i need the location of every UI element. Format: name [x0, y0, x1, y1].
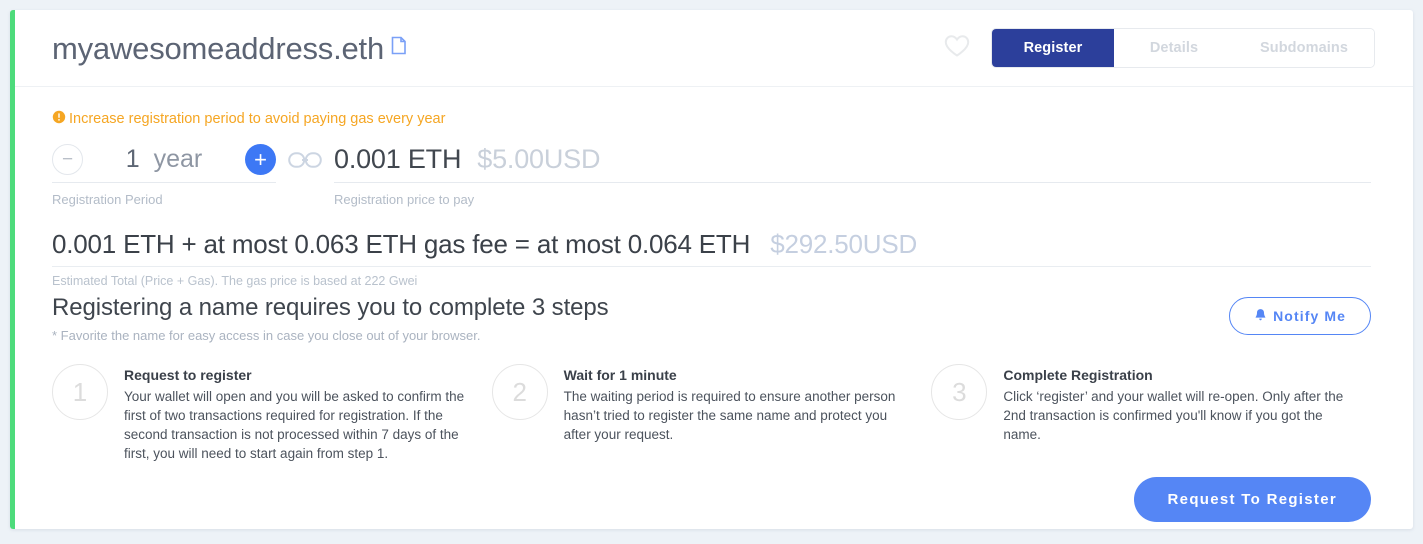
card-status-edge	[10, 10, 15, 529]
step-description: The waiting period is required to ensure…	[563, 389, 896, 443]
estimated-total-eth: 0.001 ETH + at most 0.063 ETH gas fee = …	[52, 229, 751, 259]
decrement-period-button[interactable]: −	[52, 144, 83, 175]
registration-steps: 1 Request to register Your wallet will o…	[52, 363, 1371, 464]
tab-details[interactable]: Details	[1113, 29, 1234, 67]
card-header: myawesomeaddress.eth Register Details Su…	[10, 10, 1413, 87]
registration-period-group: − 1 year + Registration Period	[52, 141, 276, 207]
step-number-badge: 2	[491, 364, 548, 420]
estimated-total-usd: $292.50USD	[770, 229, 918, 259]
request-to-register-button[interactable]: Request To Register	[1133, 476, 1371, 522]
link-icon-container	[276, 141, 334, 183]
step-item-2: 2 Wait for 1 minute The waiting period i…	[491, 363, 932, 464]
registration-period-stepper: − 1 year +	[52, 141, 276, 183]
view-tabs: Register Details Subdomains	[990, 28, 1375, 68]
warning-text: Increase registration period to avoid pa…	[69, 111, 446, 127]
period-number: 1	[125, 145, 140, 173]
bell-icon	[1254, 308, 1267, 325]
step-item-1: 1 Request to register Your wallet will o…	[52, 363, 492, 464]
steps-header-row: Registering a name requires you to compl…	[52, 294, 1371, 343]
increment-period-button[interactable]: +	[245, 144, 276, 175]
steps-header-text: Registering a name requires you to compl…	[52, 294, 609, 343]
heart-icon[interactable]	[944, 34, 970, 63]
step-number-badge: 1	[52, 364, 108, 420]
card-footer-actions: Request To Register	[52, 476, 1371, 522]
period-unit: year	[153, 145, 203, 173]
registration-price-display: 0.001 ETH $5.00USD	[334, 141, 1371, 183]
registration-period-value: 1 year	[83, 145, 245, 174]
notify-me-label: Notify Me	[1273, 308, 1346, 324]
page-title: myawesomeaddress.eth	[52, 33, 407, 64]
estimated-total-caption: Estimated Total (Price + Gas). The gas p…	[52, 274, 418, 288]
card-body: Increase registration period to avoid pa…	[10, 87, 1413, 522]
registration-period-caption: Registration Period	[52, 192, 163, 207]
step-title: Request to register	[124, 367, 252, 383]
chain-link-icon	[288, 151, 322, 174]
step-content: Request to register Your wallet will ope…	[124, 363, 468, 464]
step-content: Complete Registration Click ‘register’ a…	[1003, 363, 1347, 444]
registration-period-warning: Increase registration period to avoid pa…	[52, 109, 1371, 129]
page-root: myawesomeaddress.eth Register Details Su…	[0, 0, 1423, 544]
registration-price-eth: 0.001 ETH	[334, 144, 462, 174]
tab-subdomains[interactable]: Subdomains	[1233, 29, 1374, 67]
header-actions: Register Details Subdomains	[944, 28, 1375, 68]
notify-me-button[interactable]: Notify Me	[1229, 297, 1371, 335]
document-copy-icon[interactable]	[391, 29, 407, 60]
step-item-3: 3 Complete Registration Click ‘register’…	[931, 363, 1371, 464]
estimated-total-display: 0.001 ETH + at most 0.063 ETH gas fee = …	[52, 229, 1371, 267]
registration-price-usd: $5.00USD	[477, 144, 601, 174]
step-description: Click ‘register’ and your wallet will re…	[1003, 389, 1344, 443]
estimated-total-group: 0.001 ETH + at most 0.063 ETH gas fee = …	[52, 229, 1371, 288]
step-number-badge: 3	[931, 364, 988, 420]
registration-card: myawesomeaddress.eth Register Details Su…	[10, 10, 1413, 529]
exclamation-circle-icon	[52, 110, 66, 128]
step-content: Wait for 1 minute The waiting period is …	[564, 363, 908, 444]
steps-subtext: * Favorite the name for easy access in c…	[52, 328, 481, 343]
registration-price-caption: Registration price to pay	[334, 192, 475, 207]
tab-register[interactable]: Register	[991, 29, 1114, 67]
registration-price-group: 0.001 ETH $5.00USD Registration price to…	[334, 141, 1371, 207]
step-description: Your wallet will open and you will be as…	[124, 389, 465, 462]
registration-inputs-row: − 1 year + Registration Period 0.001 ETH…	[52, 141, 1371, 207]
step-title: Complete Registration	[1003, 367, 1153, 383]
steps-heading: Registering a name requires you to compl…	[52, 294, 609, 321]
step-title: Wait for 1 minute	[563, 367, 677, 383]
domain-name-text: myawesomeaddress.eth	[52, 30, 384, 66]
